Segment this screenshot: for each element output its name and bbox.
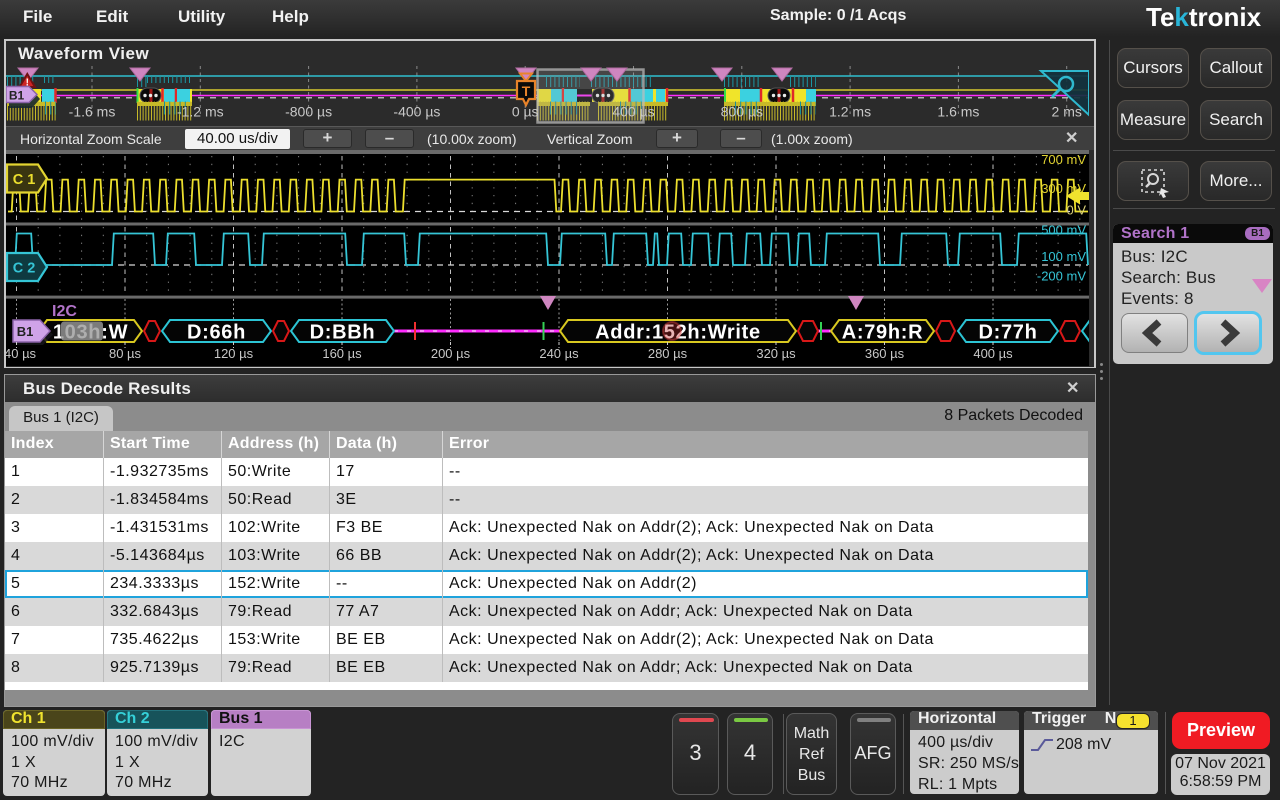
svg-text:C 1: C 1 (13, 172, 36, 188)
svg-text:D:66h: D:66h (187, 322, 246, 344)
svg-text:400 µs: 400 µs (612, 104, 654, 120)
svg-text:280 µs: 280 µs (648, 346, 688, 361)
svg-text:-400 µs: -400 µs (393, 104, 440, 120)
svg-text:800 µs: 800 µs (721, 104, 763, 120)
svg-text:1.2 ms: 1.2 ms (829, 104, 871, 120)
svg-text:T: T (522, 83, 531, 99)
svg-text:B1: B1 (9, 89, 25, 103)
svg-text:D:77h: D:77h (978, 322, 1037, 344)
svg-text:200 µs: 200 µs (431, 346, 471, 361)
svg-text:A:79h:R: A:79h:R (842, 322, 924, 344)
svg-text:160 µs: 160 µs (322, 346, 362, 361)
svg-text:-800 µs: -800 µs (285, 104, 332, 120)
svg-text:360 µs: 360 µs (865, 346, 905, 361)
svg-text:D:BBh: D:BBh (310, 322, 376, 344)
svg-text:C 2: C 2 (13, 261, 36, 277)
svg-text:2 ms: 2 ms (1052, 104, 1082, 120)
svg-text:100 mV: 100 mV (1041, 249, 1086, 264)
svg-text:40 µs: 40 µs (6, 346, 37, 361)
svg-text:320 µs: 320 µs (756, 346, 796, 361)
svg-text:I2C: I2C (52, 303, 77, 320)
svg-text:-1.2 ms: -1.2 ms (177, 104, 224, 120)
svg-text:1.6 ms: 1.6 ms (937, 104, 979, 120)
svg-text:B1: B1 (17, 324, 34, 339)
svg-text:120 µs: 120 µs (214, 346, 254, 361)
svg-text:-1.6 ms: -1.6 ms (69, 104, 116, 120)
svg-text:700 mV: 700 mV (1041, 152, 1086, 167)
svg-text:0 µs: 0 µs (512, 104, 539, 120)
svg-text:240 µs: 240 µs (539, 346, 579, 361)
svg-text:500 mV: 500 mV (1041, 223, 1086, 238)
svg-text:80 µs: 80 µs (109, 346, 142, 361)
svg-text:0 V: 0 V (1066, 203, 1086, 218)
svg-text:400 µs: 400 µs (973, 346, 1013, 361)
svg-text:-200 mV: -200 mV (1037, 269, 1086, 284)
